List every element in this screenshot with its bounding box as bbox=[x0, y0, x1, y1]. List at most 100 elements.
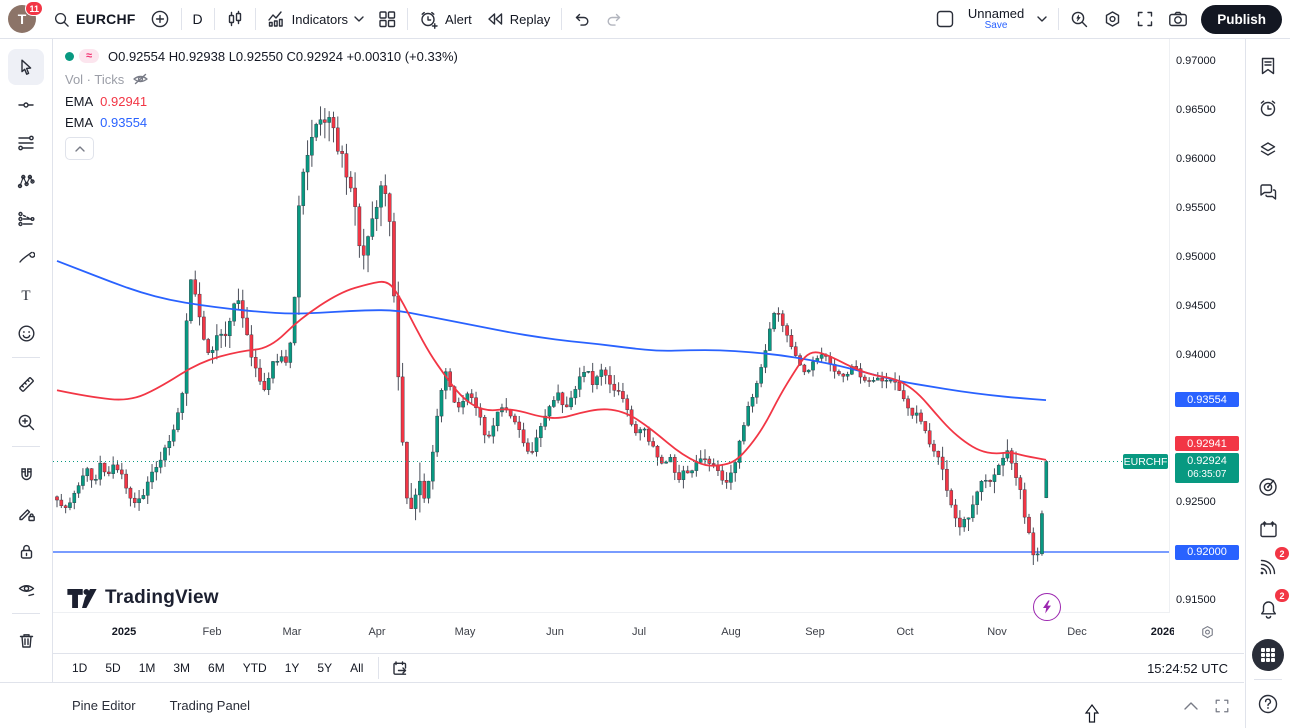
chat-button[interactable] bbox=[1250, 174, 1286, 210]
tool-brush[interactable] bbox=[8, 239, 44, 275]
interval-button[interactable]: D bbox=[186, 7, 210, 31]
tool-zoom-in[interactable] bbox=[8, 404, 44, 440]
range-button-all[interactable]: All bbox=[343, 658, 370, 678]
divider bbox=[214, 8, 215, 30]
fib-retracement-icon bbox=[17, 134, 35, 152]
price-level-label[interactable]: 0.92941 bbox=[1175, 436, 1239, 451]
ohlc-values: O0.92554 H0.92938 L0.92550 C0.92924 +0.0… bbox=[108, 50, 458, 63]
tool-drawing-mode-lock[interactable] bbox=[8, 495, 44, 531]
alerts-button[interactable] bbox=[1250, 90, 1286, 126]
time-tick: Jul bbox=[632, 626, 646, 638]
tool-forecast[interactable] bbox=[8, 201, 44, 237]
tool-cursor[interactable] bbox=[8, 49, 44, 85]
tool-emoji[interactable] bbox=[8, 315, 44, 351]
watermark-text: TradingView bbox=[105, 587, 219, 609]
alert-label: Alert bbox=[445, 12, 472, 27]
layout-menu-button[interactable] bbox=[1030, 12, 1054, 26]
range-button-6m[interactable]: 6M bbox=[201, 658, 232, 678]
apps-menu-button[interactable] bbox=[1250, 637, 1286, 673]
range-button-1y[interactable]: 1Y bbox=[278, 658, 307, 678]
redo-button[interactable] bbox=[598, 7, 630, 31]
range-button-1d[interactable]: 1D bbox=[65, 658, 94, 678]
calendar-button[interactable] bbox=[1250, 511, 1286, 547]
grid-layout-button[interactable] bbox=[371, 6, 403, 32]
panel-tab-pine-editor[interactable]: Pine Editor bbox=[72, 698, 136, 713]
legend-volume-row[interactable]: Vol · Ticks bbox=[65, 71, 458, 87]
panel-expand-chevron-icon[interactable] bbox=[1184, 701, 1198, 710]
chart-area[interactable]: ≈ O0.92554 H0.92938 L0.92550 C0.92924 +0… bbox=[53, 39, 1244, 653]
go-to-date-button[interactable] bbox=[387, 656, 411, 680]
drawing-toolbar: T bbox=[0, 39, 53, 682]
replay-button[interactable]: Replay bbox=[479, 7, 557, 31]
current-price-label[interactable]: 0.9292406:35:07 bbox=[1175, 453, 1239, 483]
time-tick: Mar bbox=[283, 626, 302, 638]
alert-button[interactable]: Alert bbox=[412, 6, 479, 33]
range-button-1m[interactable]: 1M bbox=[132, 658, 163, 678]
quick-search-button[interactable] bbox=[1063, 6, 1096, 33]
layout-name-button[interactable]: Unnamed Save bbox=[962, 5, 1030, 33]
publish-button[interactable]: Publish bbox=[1201, 5, 1282, 34]
tradingview-app: T 11 EURCHF D Indicators bbox=[0, 0, 1290, 728]
streams-button[interactable]: 2 bbox=[1250, 549, 1286, 585]
layout-select-button[interactable] bbox=[928, 5, 962, 33]
settings-button[interactable] bbox=[1096, 6, 1129, 33]
legend-ohlc-row[interactable]: ≈ O0.92554 H0.92938 L0.92550 C0.92924 +0… bbox=[65, 49, 458, 63]
tool-pattern-xabcd[interactable] bbox=[8, 163, 44, 199]
indicators-button[interactable]: Indicators bbox=[260, 6, 371, 32]
eye-drawings-icon bbox=[17, 580, 36, 599]
price-tick: 0.92500 bbox=[1176, 496, 1216, 508]
panel-tab-trading-panel[interactable]: Trading Panel bbox=[170, 698, 250, 713]
time-tick: May bbox=[455, 626, 476, 638]
axis-settings-gear-icon[interactable] bbox=[1200, 625, 1215, 643]
help-button[interactable] bbox=[1250, 686, 1286, 722]
tool-lock-all[interactable] bbox=[8, 533, 44, 569]
alert-clock-icon bbox=[419, 10, 439, 29]
chat-icon bbox=[1258, 182, 1278, 202]
ema-slow-value: 0.93554 bbox=[100, 116, 147, 129]
undo-button[interactable] bbox=[566, 7, 598, 31]
tool-remove-objects[interactable] bbox=[8, 622, 44, 658]
range-button-5d[interactable]: 5D bbox=[98, 658, 127, 678]
ema-label: EMA bbox=[65, 116, 93, 129]
indicators-icon bbox=[267, 10, 286, 28]
watchlist-button[interactable] bbox=[1250, 48, 1286, 84]
notifications-button[interactable]: 2 bbox=[1250, 591, 1286, 627]
pencil-lock-icon bbox=[17, 504, 36, 523]
screenshot-button[interactable] bbox=[1161, 6, 1195, 32]
legend-ema-slow-row[interactable]: EMA 0.93554 bbox=[65, 116, 458, 129]
spark-lightning-button[interactable] bbox=[1033, 593, 1061, 621]
legend-collapse-button[interactable] bbox=[65, 137, 94, 160]
tool-measure[interactable] bbox=[8, 366, 44, 402]
range-button-5y[interactable]: 5Y bbox=[310, 658, 339, 678]
object-tree-button[interactable] bbox=[1250, 132, 1286, 168]
eye-off-icon[interactable] bbox=[131, 71, 150, 87]
interval-label: D bbox=[193, 11, 203, 27]
screener-button[interactable] bbox=[1250, 469, 1286, 505]
zoom-in-icon bbox=[17, 413, 36, 432]
trash-icon bbox=[17, 631, 36, 650]
tool-magnet[interactable] bbox=[8, 457, 44, 493]
tool-trend-line[interactable] bbox=[8, 87, 44, 123]
range-button-ytd[interactable]: YTD bbox=[236, 658, 274, 678]
price-tick: 0.97000 bbox=[1176, 55, 1216, 67]
tool-text[interactable]: T bbox=[8, 277, 44, 313]
panel-maximize-icon[interactable] bbox=[1214, 698, 1230, 714]
community-mood-icon[interactable]: ≈ bbox=[79, 49, 99, 63]
tool-hide-drawings[interactable] bbox=[8, 571, 44, 607]
tool-fib-retracement[interactable] bbox=[8, 125, 44, 161]
legend-ema-fast-row[interactable]: EMA 0.92941 bbox=[65, 95, 458, 108]
price-level-label[interactable]: 0.93554 bbox=[1175, 392, 1239, 407]
user-avatar[interactable]: T 11 bbox=[8, 5, 36, 33]
time-axis[interactable]: 2025FebMarAprMayJunJulAugSepOctNovDec202… bbox=[53, 612, 1244, 653]
compare-add-button[interactable] bbox=[143, 5, 177, 33]
range-button-3m[interactable]: 3M bbox=[166, 658, 197, 678]
save-link[interactable]: Save bbox=[985, 21, 1008, 32]
time-tick: Feb bbox=[203, 626, 222, 638]
chart-style-button[interactable] bbox=[219, 6, 251, 32]
clock[interactable]: 15:24:52 UTC bbox=[1147, 661, 1232, 676]
price-level-label[interactable]: 0.92000 bbox=[1175, 545, 1239, 560]
symbol-search-button[interactable]: EURCHF bbox=[46, 7, 143, 32]
price-axis[interactable]: 0.970000.965000.960000.955000.950000.945… bbox=[1169, 39, 1244, 613]
time-tick: Jun bbox=[546, 626, 564, 638]
fullscreen-button[interactable] bbox=[1129, 6, 1161, 32]
